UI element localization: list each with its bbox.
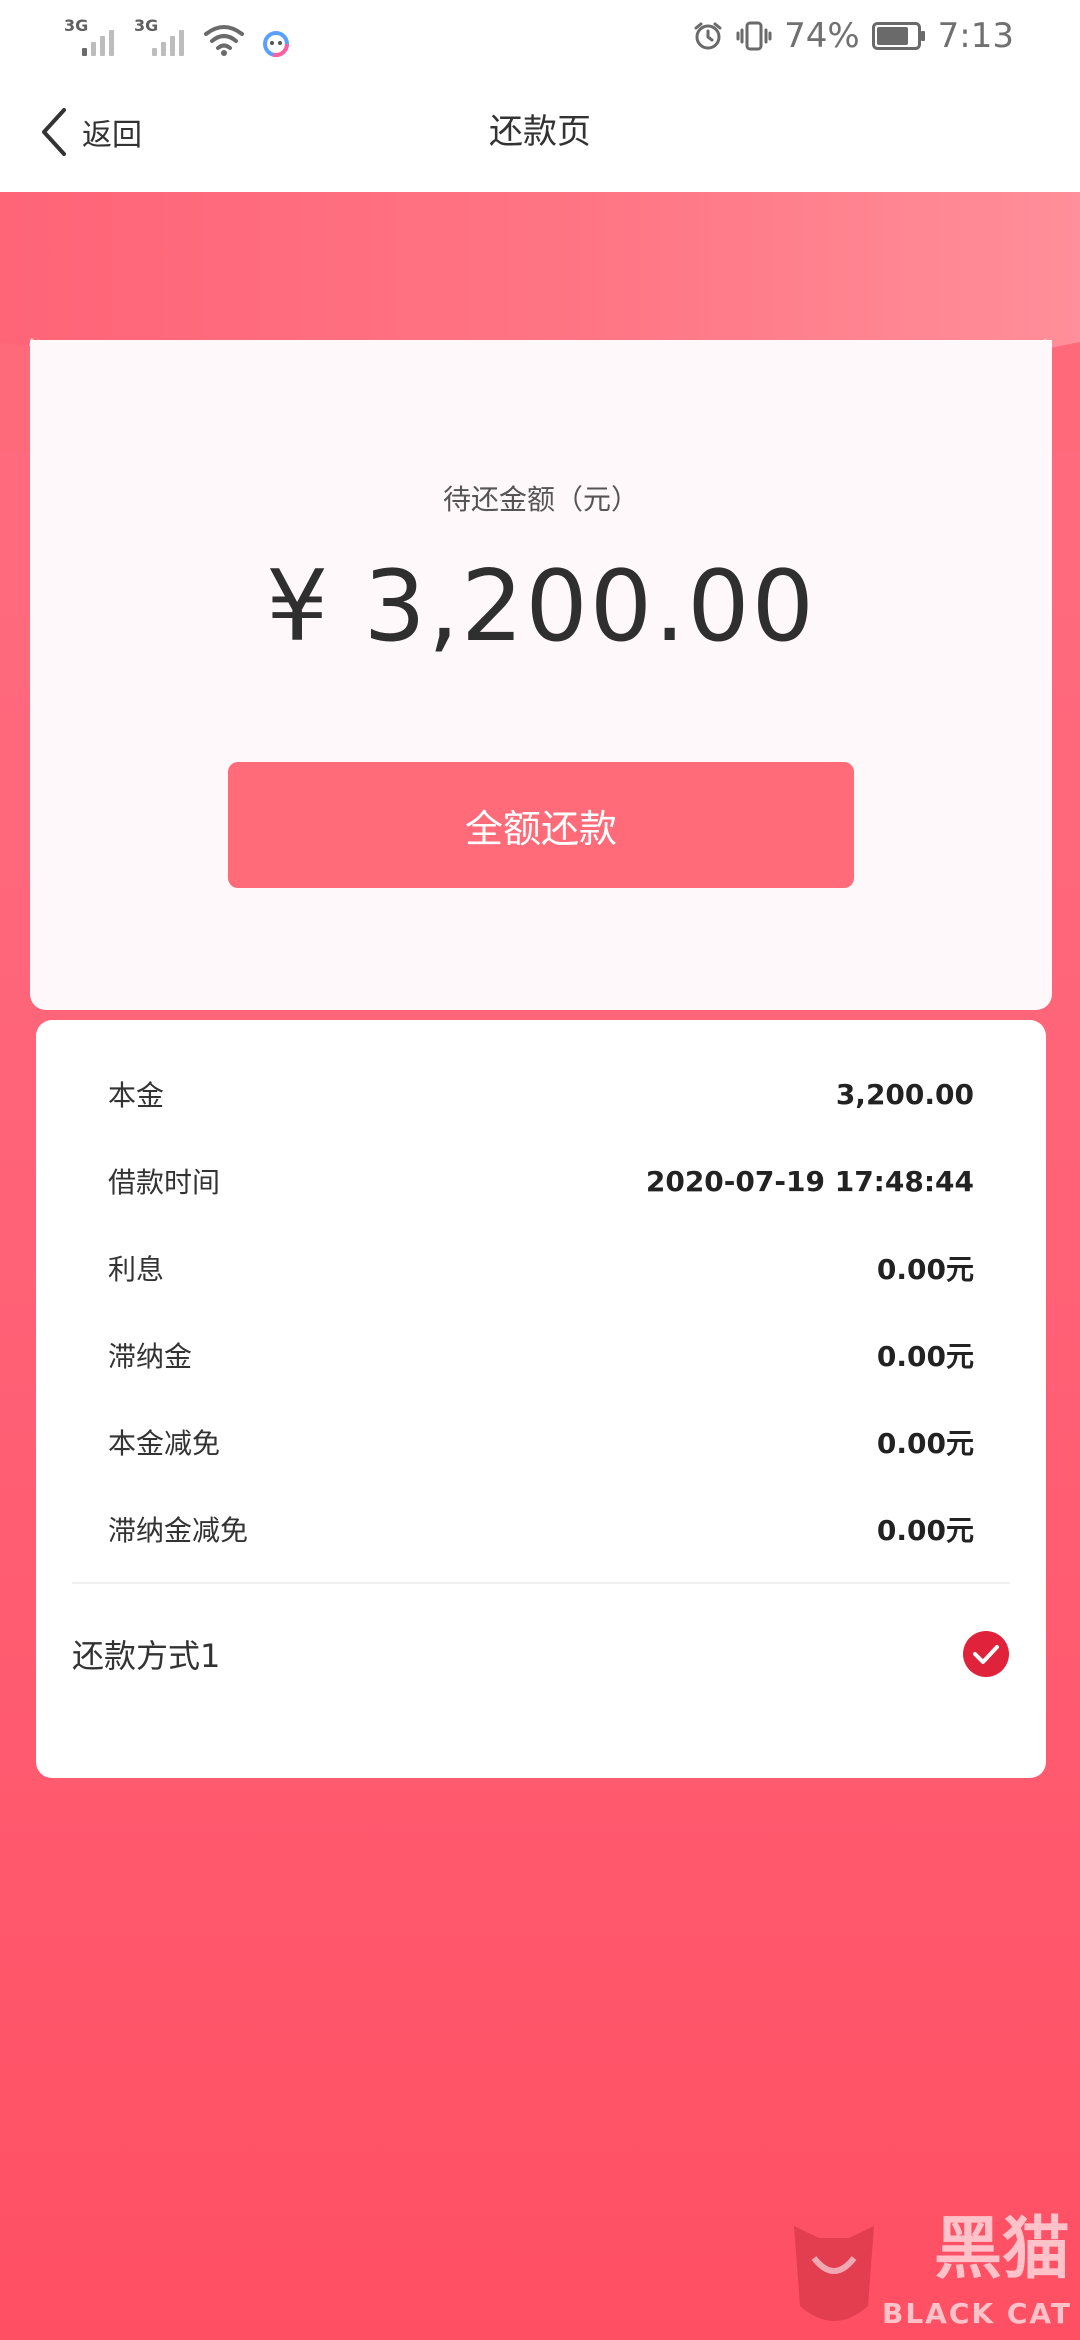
amount-label: 待还金额（元） <box>442 483 639 516</box>
app-notification-icon <box>263 31 289 57</box>
detail-row-interest: 利息 0.00元 <box>108 1238 974 1298</box>
detail-row-late-fee-waiver: 滞纳金减免 0.00元 <box>108 1499 974 1559</box>
page-title: 还款页 <box>489 112 591 152</box>
detail-label: 利息 <box>108 1253 165 1286</box>
amount-value: ¥ 3,200.00 <box>266 550 816 664</box>
payment-method-label: 还款方式1 <box>72 1637 221 1675</box>
detail-label: 滞纳金 <box>108 1340 193 1373</box>
detail-row-loan-time: 借款时间 2020-07-19 17:48:44 <box>108 1151 974 1211</box>
detail-value: 0.00元 <box>876 1514 974 1547</box>
battery-percent: 74% <box>784 16 860 56</box>
signal-3g-icon: 3G <box>64 16 116 58</box>
detail-row-principal-waiver: 本金减免 0.00元 <box>108 1412 974 1472</box>
watermark: 黑猫 BLACK CAT <box>794 2210 1080 2340</box>
watermark-cn: 黑猫 <box>933 2210 1070 2289</box>
battery-icon <box>871 22 925 50</box>
navigation-bar: 返回 还款页 <box>0 70 1080 192</box>
status-bar: 3G 3G 74% 7:13 <box>0 0 1080 70</box>
detail-label: 本金减免 <box>108 1427 221 1460</box>
detail-row-late-fee: 滞纳金 0.00元 <box>108 1325 974 1385</box>
top-header-area: 3G 3G 74% 7:13 返回 还款页 <box>0 0 1080 192</box>
pay-full-button[interactable]: 全额还款 <box>228 762 854 888</box>
clock: 7:13 <box>937 16 1014 56</box>
detail-label: 借款时间 <box>108 1166 221 1199</box>
watermark-en: BLACK CAT <box>882 2297 1072 2330</box>
detail-value: 3,200.00 <box>835 1077 974 1111</box>
detail-row-principal: 本金 3,200.00 <box>108 1064 974 1124</box>
black-cat-logo-icon <box>794 2226 874 2321</box>
detail-label: 滞纳金减免 <box>108 1514 249 1547</box>
status-right: 74% 7:13 <box>692 16 1014 56</box>
divider <box>72 1582 1010 1584</box>
status-left: 3G 3G <box>64 16 290 58</box>
detail-label: 本金 <box>108 1079 165 1112</box>
payment-method-option[interactable]: 还款方式1 <box>72 1618 1010 1690</box>
wifi-icon <box>204 25 244 56</box>
detail-value: 0.00元 <box>876 1253 974 1286</box>
signal-3g-icon: 3G <box>134 16 186 58</box>
vibrate-icon <box>736 21 772 51</box>
detail-value: 0.00元 <box>876 1427 974 1460</box>
detail-value: 0.00元 <box>876 1340 974 1373</box>
amount-card: 待还金额（元） ¥ 3,200.00 全额还款 <box>30 340 1052 1010</box>
alarm-icon <box>694 22 722 50</box>
check-circle-icon[interactable] <box>962 1630 1010 1678</box>
details-card: 本金 3,200.00 借款时间 2020-07-19 17:48:44 利息 … <box>36 1020 1046 1778</box>
detail-value: 2020-07-19 17:48:44 <box>645 1164 974 1198</box>
